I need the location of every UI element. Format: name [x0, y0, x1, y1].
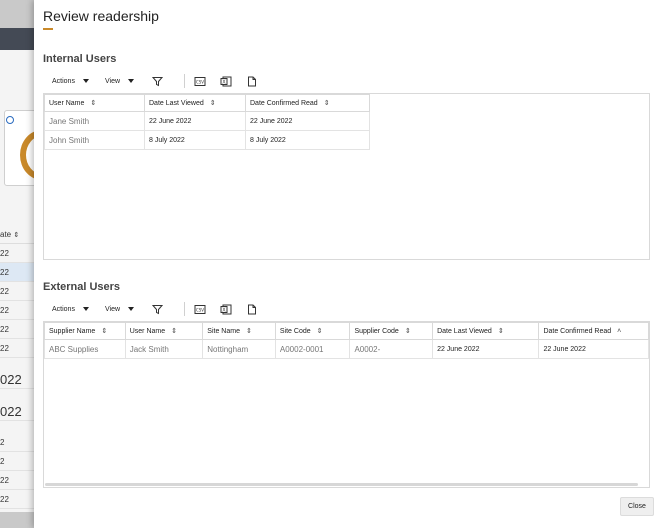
sort-icon[interactable]: ⇕ [324, 99, 330, 107]
background-row: 22 [0, 339, 34, 358]
svg-text:CSV: CSV [196, 79, 204, 84]
cell-user-name: Jack Smith [124, 339, 204, 359]
column-header-user-name[interactable]: User Name ⇕ [124, 322, 204, 340]
table-header-row: Supplier Name ⇕ User Name ⇕ Site Name ⇕ Sit… [44, 322, 649, 340]
svg-text:X: X [222, 79, 226, 85]
background-row: 22 [0, 263, 34, 282]
document-icon[interactable] [245, 74, 259, 88]
cell-date-confirmed-read: 8 July 2022 [245, 130, 370, 150]
review-readership-dialog: Review readership Internal Users Actions… [34, 0, 665, 528]
view-label: View [104, 305, 121, 313]
column-header-date-last-viewed[interactable]: Date Last Viewed ⇕ [144, 94, 246, 112]
background-row: 22 [0, 320, 34, 339]
sort-icon[interactable]: ⇕ [405, 327, 411, 335]
background-row: 2 [0, 433, 34, 452]
export-csv-icon[interactable]: CSV [193, 302, 207, 316]
actions-label: Actions [52, 305, 75, 313]
cell-user-name: John Smith [44, 130, 145, 150]
actions-menu-button[interactable]: Actions [43, 306, 89, 313]
view-label: View [104, 77, 121, 85]
background-row: 22 [0, 282, 34, 301]
external-users-grid: Supplier Name ⇕ User Name ⇕ Site Name ⇕ Sit… [43, 321, 650, 488]
external-users-heading: External Users [43, 281, 121, 293]
background-row: 22 [0, 490, 34, 509]
title-accent-line [43, 28, 53, 30]
dialog-title: Review readership [43, 8, 159, 24]
internal-users-grid: User Name ⇕ Date Last Viewed ⇕ Date Confir… [43, 93, 650, 260]
background-top-bar [0, 0, 34, 28]
filter-icon[interactable] [150, 302, 164, 316]
column-header-user-name[interactable]: User Name ⇕ [44, 94, 145, 112]
column-header-supplier-code[interactable]: Supplier Code ⇕ [349, 322, 434, 340]
background-row: 022 [0, 402, 34, 421]
close-button[interactable]: Close [620, 497, 654, 516]
view-menu-button[interactable]: View [104, 77, 135, 85]
column-header-date-confirmed-read[interactable]: Date Confirmed Read ⇕ [245, 94, 370, 112]
external-users-table: Supplier Name ⇕ User Name ⇕ Site Name ⇕ Sit… [44, 322, 649, 359]
export-csv-icon[interactable]: CSV [193, 74, 207, 88]
cell-site-name: Nottingham [202, 339, 276, 359]
background-column-header: ate ⇕ [0, 226, 34, 244]
cell-date-confirmed-read: 22 June 2022 [538, 339, 649, 359]
background-row: 22 [0, 244, 34, 263]
cell-user-name: Jane Smith [44, 111, 145, 131]
background-row: 22 [0, 471, 34, 490]
table-row[interactable]: John Smith 8 July 2022 8 July 2022 [44, 130, 370, 150]
cell-supplier-code: A0002- [349, 339, 434, 359]
chevron-down-icon [128, 79, 135, 83]
view-menu-button[interactable]: View [104, 305, 135, 313]
background-row: 2 [0, 452, 34, 471]
actions-label: Actions [52, 77, 75, 85]
sort-icon[interactable]: ⇕ [90, 99, 96, 107]
sort-icon[interactable]: ⇕ [101, 327, 107, 335]
chevron-down-icon [82, 79, 89, 83]
document-icon[interactable] [245, 302, 259, 316]
table-header-row: User Name ⇕ Date Last Viewed ⇕ Date Confir… [44, 94, 370, 112]
chevron-down-icon [128, 307, 135, 311]
internal-users-heading: Internal Users [43, 53, 117, 65]
cell-date-last-viewed: 22 June 2022 [432, 339, 540, 359]
background-row: 22 [0, 301, 34, 320]
background-page: ate ⇕ 22 22 22 22 22 22 022 022 2 2 22 2… [0, 0, 34, 528]
sort-icon[interactable]: ⇕ [210, 99, 216, 107]
chevron-down-icon [82, 307, 89, 311]
toolbar-divider [184, 302, 186, 316]
cell-date-confirmed-read: 22 June 2022 [245, 111, 370, 131]
cell-date-last-viewed: 8 July 2022 [144, 130, 246, 150]
sort-icon[interactable]: ⇕ [246, 327, 252, 335]
svg-text:X: X [222, 307, 226, 313]
sort-icon[interactable]: ⇕ [171, 327, 177, 335]
table-row[interactable]: ABC Supplies Jack Smith Nottingham A0002… [44, 339, 649, 359]
background-radio-icon [6, 116, 14, 124]
actions-menu-button[interactable]: Actions [43, 78, 89, 85]
toolbar-divider [184, 74, 186, 88]
export-excel-icon[interactable]: X [219, 74, 233, 88]
background-nav-bar [0, 28, 34, 50]
cell-site-code: A0002-0001 [274, 339, 351, 359]
column-header-date-last-viewed[interactable]: Date Last Viewed ⇕ [432, 322, 540, 340]
filter-icon[interactable] [150, 74, 164, 88]
table-row[interactable]: Jane Smith 22 June 2022 22 June 2022 [44, 111, 370, 131]
sort-ascending-icon[interactable]: ˄ [617, 328, 621, 335]
sort-icon[interactable]: ⇕ [498, 327, 504, 335]
column-header-site-name[interactable]: Site Name ⇕ [202, 322, 276, 340]
internal-toolbar: Actions View CSV X [43, 72, 271, 90]
export-excel-icon[interactable]: X [219, 302, 233, 316]
external-toolbar: Actions View CSV X [43, 300, 271, 318]
svg-text:CSV: CSV [196, 307, 204, 312]
horizontal-scrollbar[interactable] [45, 483, 638, 486]
sort-icon[interactable]: ⇕ [317, 327, 323, 335]
column-header-supplier-name[interactable]: Supplier Name ⇕ [44, 322, 126, 340]
cell-supplier-name: ABC Supplies [44, 339, 126, 359]
column-header-site-code[interactable]: Site Code ⇕ [274, 322, 351, 340]
cell-date-last-viewed: 22 June 2022 [144, 111, 246, 131]
column-header-date-confirmed-read[interactable]: Date Confirmed Read ˄ [538, 322, 649, 340]
background-bottom-bar [0, 512, 34, 528]
background-row: 022 [0, 370, 34, 389]
internal-users-table: User Name ⇕ Date Last Viewed ⇕ Date Confir… [44, 94, 370, 150]
